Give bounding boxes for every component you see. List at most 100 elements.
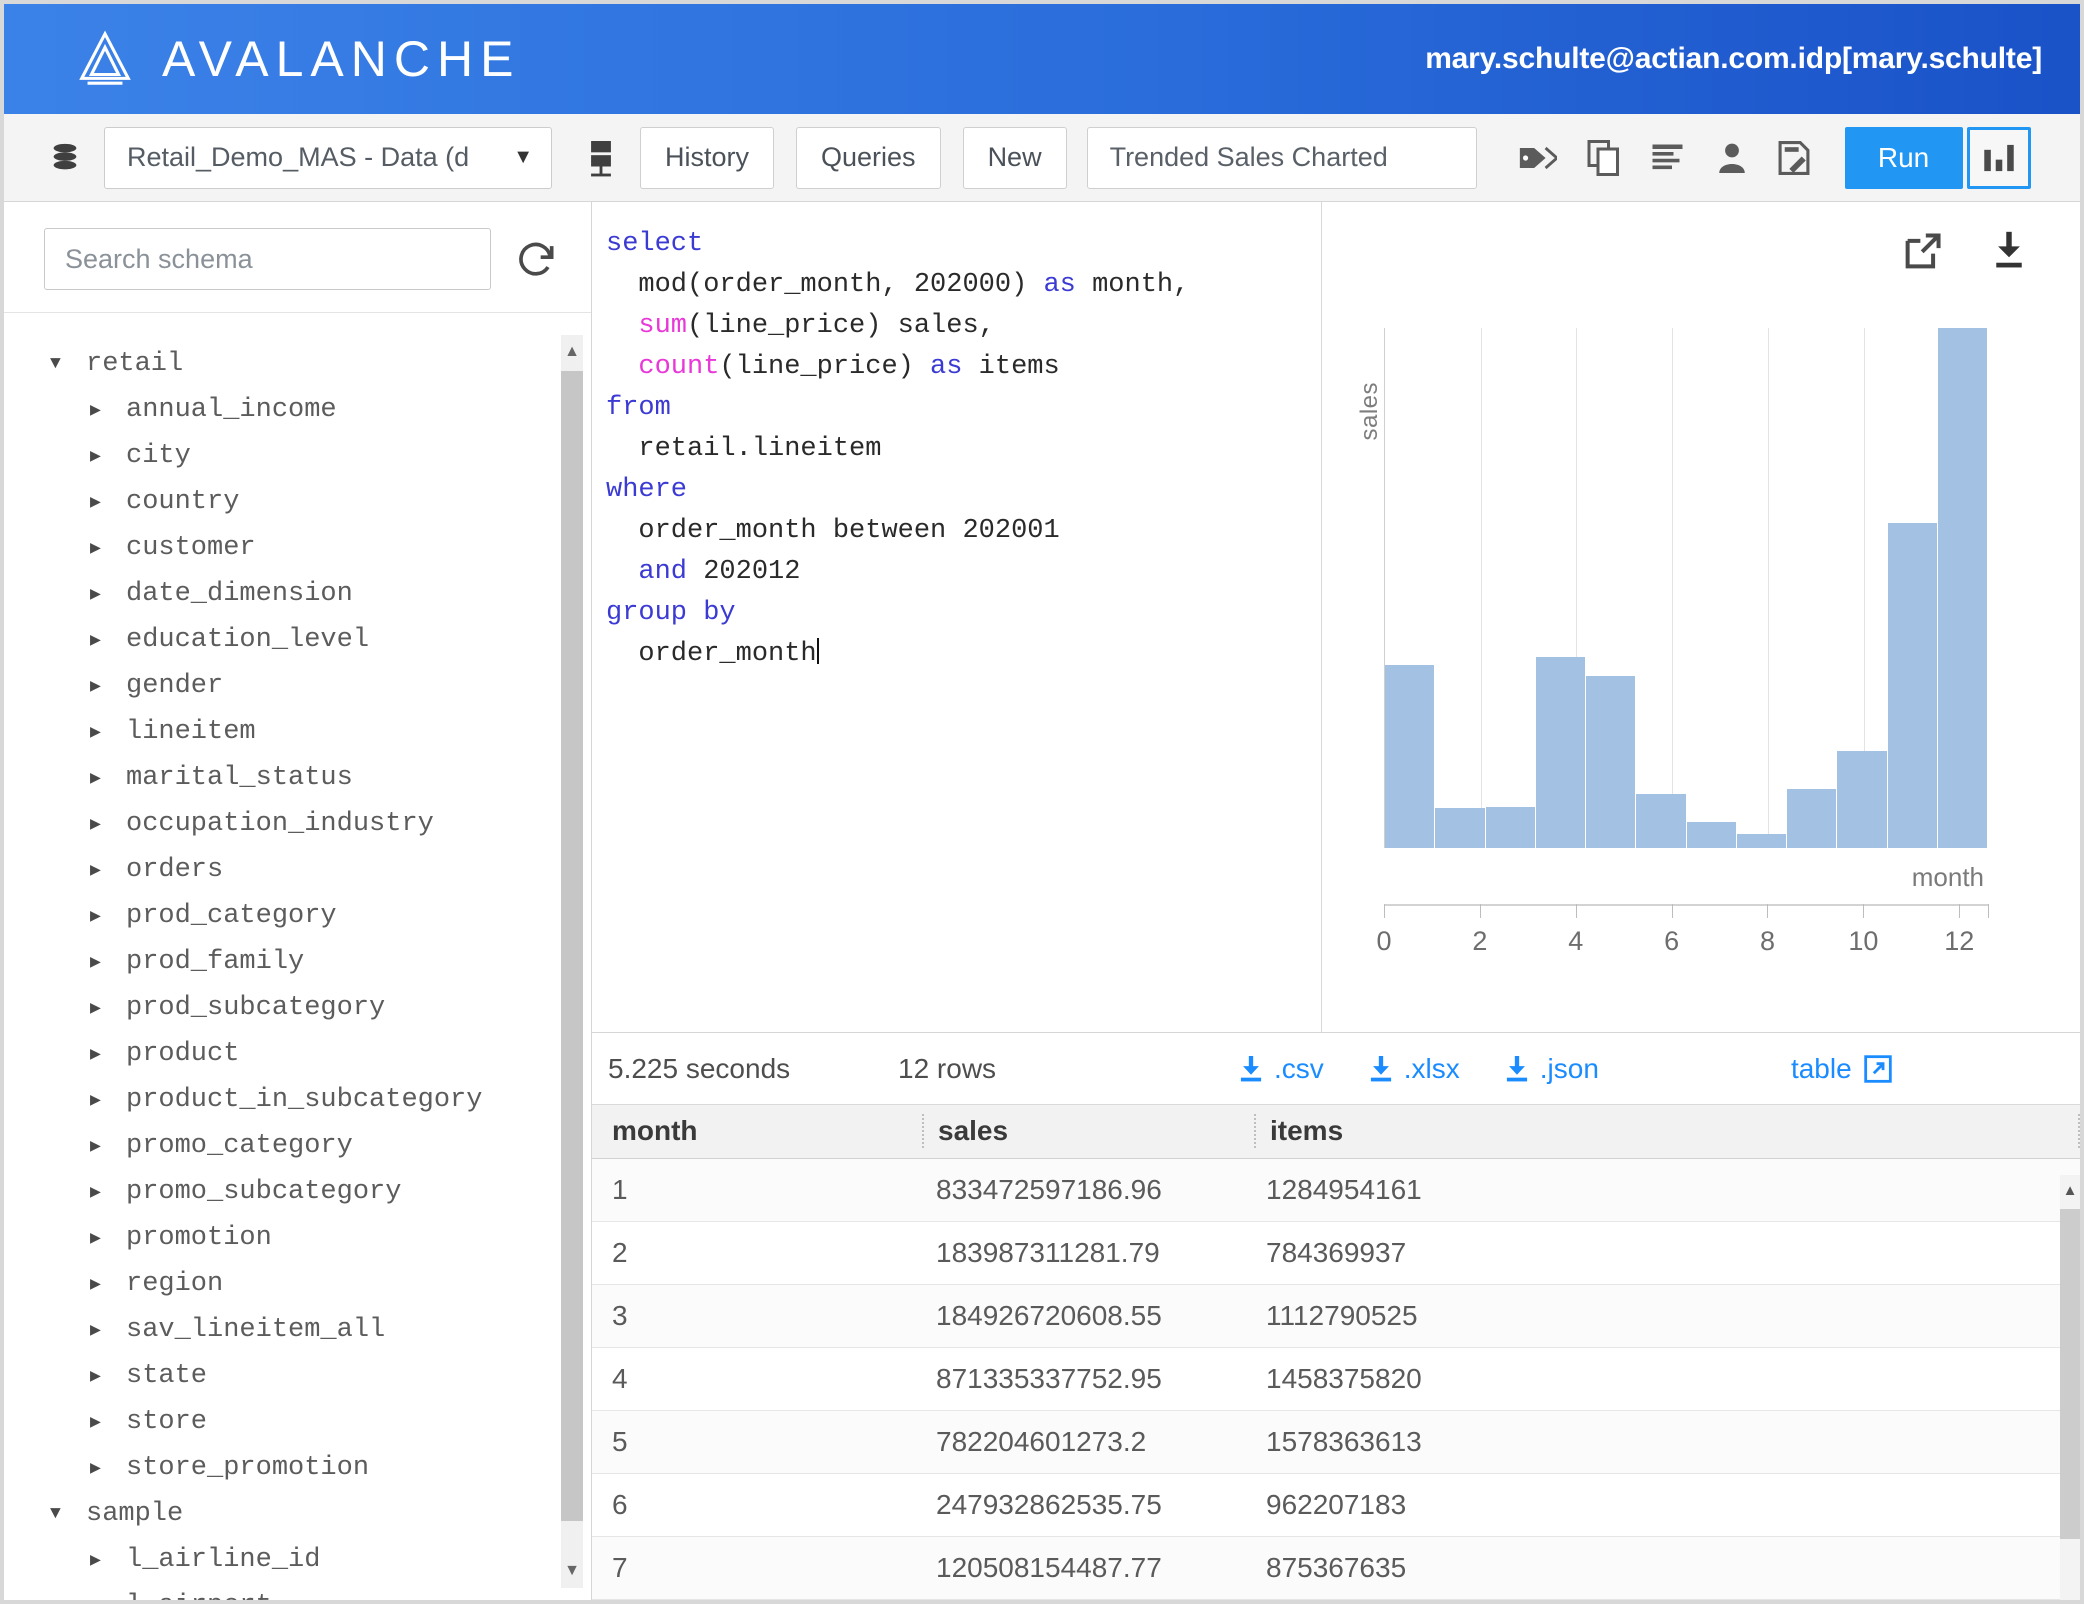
schema-node-customer[interactable]: ▶ customer [4, 525, 591, 571]
schema-node-l_airport[interactable]: ▶ l_airport [4, 1583, 591, 1600]
table-row[interactable]: 1 833472597186.96 1284954161 [592, 1159, 2080, 1222]
sidebar-scroll-up-button[interactable]: ▲ [561, 335, 583, 369]
chevron-down-icon[interactable]: ▼ [50, 1504, 76, 1524]
chevron-right-icon[interactable]: ▶ [90, 859, 116, 881]
schema-tree[interactable]: ▼ retail ▶ annual_income ▶ city ▶ country ▶ custo… [4, 313, 591, 1600]
schema-node-orders[interactable]: ▶ orders [4, 847, 591, 893]
chevron-right-icon[interactable]: ▶ [90, 1595, 116, 1600]
chart-bar[interactable] [1385, 665, 1436, 848]
schema-node-lineitem[interactable]: ▶ lineitem [4, 709, 591, 755]
schema-node-education_level[interactable]: ▶ education_level [4, 617, 591, 663]
chart-bar[interactable] [1787, 788, 1838, 848]
refresh-schema-button[interactable] [509, 231, 565, 287]
run-button[interactable]: Run [1844, 126, 1963, 189]
table-row[interactable]: 7 120508154487.77 875367635 [592, 1537, 2080, 1600]
chart-bar[interactable] [1586, 676, 1637, 848]
chart-bar[interactable] [1485, 807, 1536, 848]
chevron-right-icon[interactable]: ▶ [90, 1089, 116, 1111]
chevron-down-icon[interactable]: ▼ [50, 354, 76, 374]
chevron-right-icon[interactable]: ▶ [90, 767, 116, 789]
chart-bar[interactable] [1686, 821, 1737, 848]
user-email[interactable]: mary.schulte@actian.com.idp[mary.schulte… [1425, 42, 2042, 76]
schema-node-product[interactable]: ▶ product [4, 1031, 591, 1077]
chevron-right-icon[interactable]: ▶ [90, 445, 116, 467]
history-button[interactable]: History [640, 126, 775, 189]
chart-view-toggle-button[interactable] [1966, 126, 2031, 189]
sql-editor[interactable]: select mod(order_month, 202000) as month… [592, 202, 1322, 1033]
table-row[interactable]: 2 183987311281.79 784369937 [592, 1222, 2080, 1285]
column-header-month[interactable]: month [592, 1115, 922, 1147]
search-schema-input[interactable] [44, 228, 491, 290]
open-table-link[interactable]: table [1791, 1053, 1892, 1085]
table-row[interactable]: 4 871335337752.95 1458375820 [592, 1348, 2080, 1411]
chart-bar[interactable] [1937, 328, 1988, 848]
schema-node-marital_status[interactable]: ▶ marital_status [4, 755, 591, 801]
chart-bar[interactable] [1887, 523, 1938, 848]
chevron-right-icon[interactable]: ▶ [90, 629, 116, 651]
schema-node-date_dimension[interactable]: ▶ date_dimension [4, 571, 591, 617]
chevron-right-icon[interactable]: ▶ [90, 951, 116, 973]
user-icon[interactable] [1717, 141, 1747, 175]
sidebar-scroll-down-button[interactable]: ▼ [561, 1554, 583, 1588]
open-external-icon[interactable] [1904, 230, 1944, 270]
queries-button[interactable]: Queries [796, 126, 941, 189]
schema-node-annual_income[interactable]: ▶ annual_income [4, 387, 591, 433]
table-row[interactable]: 5 782204601273.2 1578363613 [592, 1411, 2080, 1474]
chevron-right-icon[interactable]: ▶ [90, 1135, 116, 1157]
download-icon[interactable] [1990, 230, 2028, 270]
download-csv-link[interactable]: .csv [1238, 1053, 1324, 1085]
results-scrollbar-thumb[interactable] [2060, 1208, 2080, 1539]
schema-node-region[interactable]: ▶ region [4, 1261, 591, 1307]
sidebar-scrollbar-thumb[interactable] [561, 371, 583, 1521]
table-row[interactable]: 6 247932862535.75 962207183 [592, 1474, 2080, 1537]
schema-node-store[interactable]: ▶ store [4, 1399, 591, 1445]
chevron-right-icon[interactable]: ▶ [90, 721, 116, 743]
tag-icon[interactable] [1517, 142, 1557, 174]
schema-node-gender[interactable]: ▶ gender [4, 663, 591, 709]
schema-node-country[interactable]: ▶ country [4, 479, 591, 525]
chevron-right-icon[interactable]: ▶ [90, 1457, 116, 1479]
download-xlsx-link[interactable]: .xlsx [1368, 1053, 1460, 1085]
column-divider[interactable] [2078, 1114, 2080, 1149]
database-select[interactable]: Retail_Demo_MAS - Data (d ▼ [104, 126, 552, 189]
results-scroll-up-button[interactable]: ▲ [2060, 1174, 2080, 1207]
schema-node-city[interactable]: ▶ city [4, 433, 591, 479]
chevron-right-icon[interactable]: ▶ [90, 1043, 116, 1065]
download-json-link[interactable]: .json [1504, 1053, 1599, 1085]
chevron-right-icon[interactable]: ▶ [90, 675, 116, 697]
chart-bar[interactable] [1636, 793, 1687, 848]
new-button[interactable]: New [962, 126, 1067, 189]
chevron-right-icon[interactable]: ▶ [90, 1365, 116, 1387]
schema-node-retail[interactable]: ▼ retail [4, 341, 591, 387]
schema-node-store_promotion[interactable]: ▶ store_promotion [4, 1445, 591, 1491]
chart-bar[interactable] [1435, 807, 1486, 848]
chevron-right-icon[interactable]: ▶ [90, 583, 116, 605]
chevron-right-icon[interactable]: ▶ [90, 905, 116, 927]
chevron-right-icon[interactable]: ▶ [90, 813, 116, 835]
chart-bar[interactable] [1535, 656, 1586, 848]
schema-node-prod_category[interactable]: ▶ prod_category [4, 893, 591, 939]
chevron-right-icon[interactable]: ▶ [90, 1319, 116, 1341]
chevron-right-icon[interactable]: ▶ [90, 1227, 116, 1249]
chevron-right-icon[interactable]: ▶ [90, 1549, 116, 1571]
schema-node-l_airline_id[interactable]: ▶ l_airline_id [4, 1537, 591, 1583]
align-list-icon[interactable] [1651, 142, 1687, 174]
schema-node-prod_family[interactable]: ▶ prod_family [4, 939, 591, 985]
query-name-input[interactable]: Trended Sales Charted [1086, 126, 1477, 189]
server-rack-icon[interactable] [584, 138, 618, 178]
schema-node-promotion[interactable]: ▶ promotion [4, 1215, 591, 1261]
schema-node-sample[interactable]: ▼ sample [4, 1491, 591, 1537]
table-row[interactable]: 3 184926720608.55 1112790525 [592, 1285, 2080, 1348]
chart-bar[interactable] [1736, 833, 1787, 848]
schema-node-prod_subcategory[interactable]: ▶ prod_subcategory [4, 985, 591, 1031]
chevron-right-icon[interactable]: ▶ [90, 537, 116, 559]
schema-node-occupation_industry[interactable]: ▶ occupation_industry [4, 801, 591, 847]
schema-node-promo_subcategory[interactable]: ▶ promo_subcategory [4, 1169, 591, 1215]
chevron-right-icon[interactable]: ▶ [90, 1411, 116, 1433]
chevron-right-icon[interactable]: ▶ [90, 997, 116, 1019]
schema-node-product_in_subcategory[interactable]: ▶ product_in_subcategory [4, 1077, 591, 1123]
chart-bar[interactable] [1837, 751, 1888, 848]
note-edit-icon[interactable] [1777, 140, 1811, 175]
column-header-items[interactable]: items [1256, 1115, 2078, 1147]
schema-node-promo_category[interactable]: ▶ promo_category [4, 1123, 591, 1169]
